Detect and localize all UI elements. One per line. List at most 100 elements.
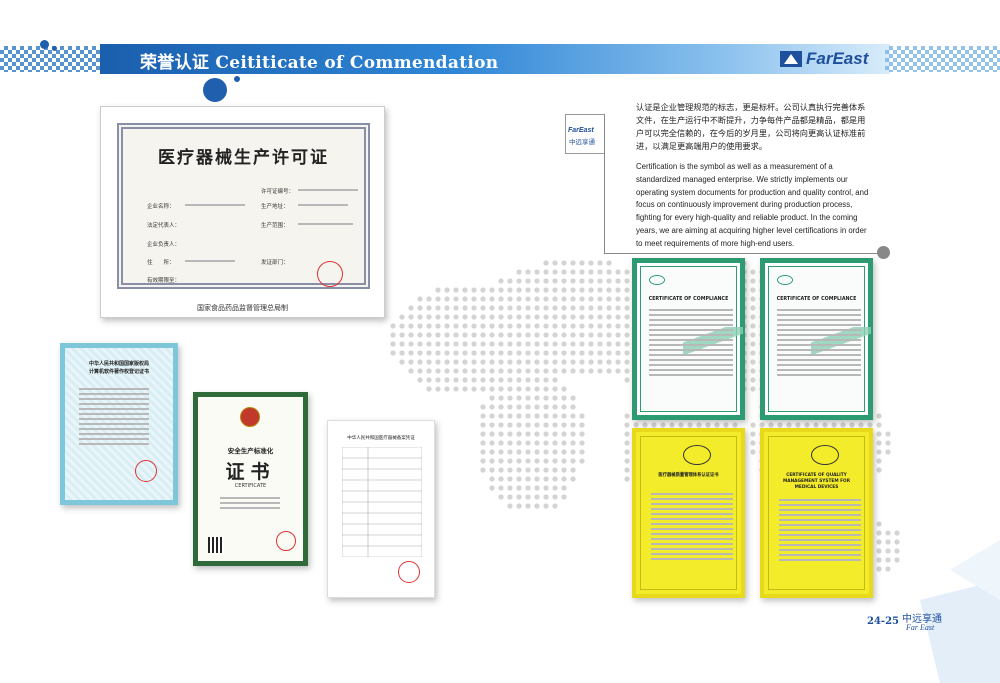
map-dot xyxy=(552,296,558,302)
map-dot xyxy=(624,341,630,347)
certification-body-logo-icon xyxy=(811,445,839,465)
map-dot xyxy=(516,377,522,383)
map-dot xyxy=(417,368,423,374)
map-dot xyxy=(516,269,522,275)
map-dot xyxy=(642,422,648,428)
map-dot xyxy=(597,305,603,311)
software-certificate-title: 中华人民共和国国家版权局 计算机软件著作权登记证书 xyxy=(71,360,167,376)
map-dot xyxy=(507,287,513,293)
map-dot xyxy=(516,467,522,473)
description-english: Certification is the symbol as well as a… xyxy=(636,162,869,248)
map-dot xyxy=(597,359,603,365)
map-dot xyxy=(534,503,540,509)
map-dot xyxy=(516,350,522,356)
map-dot xyxy=(453,332,459,338)
map-dot xyxy=(696,422,702,428)
map-dot xyxy=(624,359,630,365)
map-dot xyxy=(543,395,549,401)
map-dot xyxy=(471,350,477,356)
map-dot xyxy=(606,368,612,374)
map-dot xyxy=(633,422,639,428)
map-dot xyxy=(516,494,522,500)
map-dot xyxy=(552,476,558,482)
map-dot xyxy=(588,323,594,329)
map-dot xyxy=(570,413,576,419)
map-dot xyxy=(597,260,603,266)
map-dot xyxy=(624,467,630,473)
map-dot xyxy=(750,332,756,338)
map-dot xyxy=(579,359,585,365)
map-dot xyxy=(786,422,792,428)
residence-label: 住 所： xyxy=(147,260,175,266)
map-dot xyxy=(444,332,450,338)
safety-text-lines xyxy=(220,497,280,512)
map-dot xyxy=(480,350,486,356)
map-dot xyxy=(750,386,756,392)
map-dot xyxy=(534,458,540,464)
map-dot xyxy=(534,485,540,491)
map-dot xyxy=(534,413,540,419)
map-dot xyxy=(543,359,549,365)
map-dot xyxy=(525,341,531,347)
map-dot xyxy=(507,323,513,329)
map-dot xyxy=(390,350,396,356)
map-dot xyxy=(444,314,450,320)
map-dot xyxy=(552,332,558,338)
description-logo-box: FarEast 中远享通 xyxy=(565,114,605,154)
map-dot xyxy=(417,350,423,356)
map-dot xyxy=(606,323,612,329)
map-dot xyxy=(525,440,531,446)
filing-voucher-title: 中华人民共和国医疗器械备案凭证 xyxy=(347,436,415,441)
map-dot xyxy=(552,503,558,509)
map-dot xyxy=(444,305,450,311)
map-dot xyxy=(570,440,576,446)
map-dot xyxy=(399,341,405,347)
map-dot xyxy=(588,359,594,365)
iso-certificate-body: CERTIFICATE OF QUALITY MANAGEMENT SYSTEM… xyxy=(768,436,865,590)
map-dot xyxy=(507,368,513,374)
software-copyright-certificate: 中华人民共和国国家版权局 计算机软件著作权登记证书 xyxy=(60,343,178,505)
map-dot xyxy=(561,350,567,356)
map-dot xyxy=(480,323,486,329)
map-dot xyxy=(399,359,405,365)
ce-compliance-certificate-1: CERTIFICATE OF COMPLIANCE xyxy=(632,258,745,420)
map-dot xyxy=(507,458,513,464)
map-dot xyxy=(489,350,495,356)
map-dot xyxy=(480,359,486,365)
map-dot xyxy=(723,422,729,428)
map-dot xyxy=(453,341,459,347)
license-value-lines xyxy=(185,204,245,209)
map-dot xyxy=(516,368,522,374)
map-dot xyxy=(480,404,486,410)
map-dot xyxy=(561,260,567,266)
map-dot xyxy=(471,368,477,374)
map-dot xyxy=(624,314,630,320)
map-dot xyxy=(507,305,513,311)
map-dot xyxy=(552,377,558,383)
page-number: 24-25 xyxy=(867,616,899,627)
safety-title: 证书 xyxy=(225,461,276,483)
map-dot xyxy=(426,314,432,320)
software-text-lines xyxy=(79,388,149,448)
map-dot xyxy=(408,341,414,347)
map-dot xyxy=(417,314,423,320)
map-dot xyxy=(498,404,504,410)
map-dot xyxy=(561,314,567,320)
map-dot xyxy=(489,305,495,311)
compliance-text-lines xyxy=(649,309,733,379)
license-value-lines xyxy=(185,260,235,265)
fareast-logo-icon xyxy=(780,51,802,67)
map-dot xyxy=(462,386,468,392)
description-logo-en: FarEast xyxy=(568,127,594,134)
map-dot xyxy=(624,296,630,302)
map-dot xyxy=(597,278,603,284)
map-dot xyxy=(525,395,531,401)
map-dot xyxy=(624,413,630,419)
map-dot xyxy=(498,449,504,455)
map-dot xyxy=(885,431,891,437)
map-dot xyxy=(750,431,756,437)
map-dot xyxy=(534,323,540,329)
map-dot xyxy=(543,458,549,464)
map-dot xyxy=(480,296,486,302)
map-dot xyxy=(615,350,621,356)
